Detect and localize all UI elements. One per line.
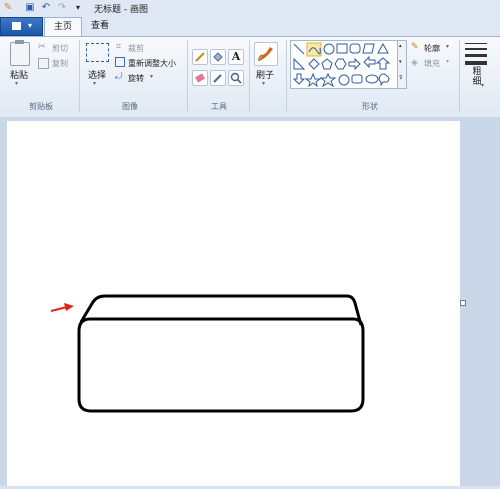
paste-dropdown-icon[interactable]: ▾	[15, 80, 18, 87]
scroll-down-icon[interactable]: ▾	[399, 59, 402, 65]
outline-dropdown-icon[interactable]: ▾	[446, 43, 449, 50]
qat-app-icon[interactable]: ✎	[2, 2, 14, 13]
brush-icon[interactable]	[254, 42, 278, 66]
text-icon[interactable]: A	[228, 49, 244, 65]
resize-button[interactable]: 重新调整大小	[128, 58, 176, 69]
image-group-label: 图像	[122, 102, 138, 111]
box-lid-outline	[79, 294, 363, 326]
file-menu-chevron-icon: ▾	[28, 21, 33, 30]
group-divider	[187, 40, 188, 112]
fill-shape-icon: ◈	[411, 58, 418, 68]
size-dropdown-icon[interactable]: ▾	[481, 82, 484, 89]
select-button[interactable]: 选择	[82, 68, 112, 81]
cut-button[interactable]: 剪切	[52, 43, 68, 54]
size-lines-icon[interactable]	[465, 43, 487, 65]
clipboard-group-label: 剪贴板	[29, 102, 53, 111]
shapes-gallery-scrollbar[interactable]: ▴ ▾ ⊽	[397, 40, 407, 89]
paste-button[interactable]: 粘贴	[6, 68, 32, 81]
file-menu-icon	[12, 22, 21, 30]
group-divider	[79, 40, 80, 112]
scroll-up-icon[interactable]: ▴	[399, 43, 402, 49]
tools-group-label: 工具	[211, 102, 227, 111]
brushes-dropdown-icon[interactable]: ▾	[262, 80, 265, 87]
tab-home[interactable]: 主页	[44, 17, 82, 36]
qat-undo-icon[interactable]: ↶	[40, 2, 52, 13]
rotate-dropdown-icon[interactable]: ▾	[150, 73, 153, 80]
window-title: 无标题 - 画图	[94, 5, 148, 15]
color-picker-icon[interactable]	[210, 70, 226, 86]
file-menu-button[interactable]: ▾	[0, 17, 43, 36]
pencil-icon[interactable]	[192, 49, 208, 65]
select-icon[interactable]	[86, 43, 109, 62]
shapes-group-label: 形状	[362, 102, 378, 111]
group-divider	[249, 40, 250, 112]
eraser-icon[interactable]	[192, 70, 208, 86]
qat-customize-icon[interactable]: ▾	[72, 2, 84, 13]
title-bar: ✎ ▣ ↶ ↷ ▾ 无标题 - 画图	[0, 0, 500, 17]
group-divider	[286, 40, 287, 112]
pointer-arrow	[50, 303, 74, 312]
cut-icon: ✂	[38, 42, 46, 52]
rotate-icon: ⤾	[115, 72, 123, 82]
fill-icon[interactable]	[210, 49, 226, 65]
qat-redo-icon[interactable]: ↷	[56, 2, 68, 13]
copy-icon	[38, 58, 49, 69]
outline-icon: ✎	[411, 42, 419, 52]
magnifier-icon[interactable]	[228, 70, 244, 86]
crop-button[interactable]: 裁剪	[128, 43, 144, 54]
gallery-expand-icon[interactable]: ⊽	[399, 75, 403, 81]
copy-button[interactable]: 复制	[52, 58, 68, 69]
rotate-button[interactable]: 旋转	[128, 73, 144, 84]
shapes-gallery	[290, 40, 399, 89]
box-body-outline	[77, 317, 365, 413]
fill-shape-button[interactable]: 填充	[424, 58, 440, 69]
group-divider	[459, 40, 460, 112]
select-dropdown-icon[interactable]: ▾	[93, 80, 96, 87]
drawing-canvas[interactable]	[7, 121, 460, 486]
tab-view[interactable]: 查看	[82, 17, 118, 35]
canvas-resize-handle[interactable]	[460, 300, 466, 306]
fill-dropdown-icon[interactable]: ▾	[446, 58, 449, 65]
paste-icon[interactable]	[10, 40, 30, 66]
canvas-drawing	[50, 294, 365, 413]
crop-icon: ⌗	[116, 42, 122, 52]
outline-button[interactable]: 轮廓	[424, 43, 440, 54]
resize-icon	[115, 57, 125, 67]
shapes-gallery-icons[interactable]	[291, 41, 398, 88]
qat-save-icon[interactable]: ▣	[24, 2, 36, 13]
